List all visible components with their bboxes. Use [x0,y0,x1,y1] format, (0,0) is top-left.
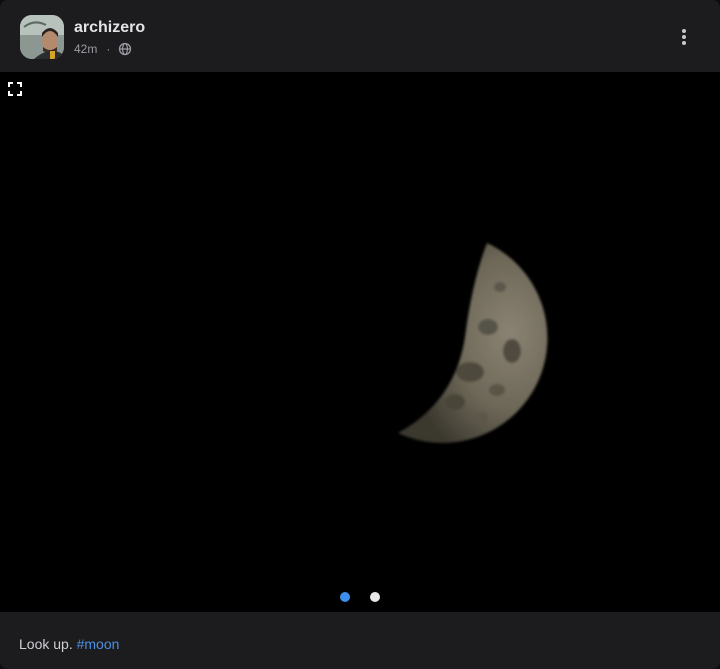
pager-dot-1[interactable] [340,592,350,602]
meta-separator: · [106,42,111,56]
post-meta: 42m · [74,42,132,56]
post-card: archizero 42m · Look up. #moon [0,0,720,669]
post-time[interactable]: 42m [74,42,97,56]
more-options-button[interactable] [672,24,696,50]
moon-photo [0,72,720,612]
more-vertical-icon [682,29,686,45]
hashtag-link[interactable]: #moon [77,636,120,652]
globe-icon [118,42,132,56]
avatar-image [20,15,64,59]
username[interactable]: archizero [74,19,145,37]
pager-dot-2[interactable] [370,592,380,602]
media-carousel[interactable] [0,72,720,612]
caption-text: Look up. [19,636,73,652]
post-header: archizero 42m · [0,0,720,72]
avatar[interactable] [20,15,64,59]
expand-button[interactable] [8,82,22,96]
carousel-pager [0,592,720,602]
post-caption: Look up. #moon [0,612,720,669]
expand-icon [8,82,22,96]
